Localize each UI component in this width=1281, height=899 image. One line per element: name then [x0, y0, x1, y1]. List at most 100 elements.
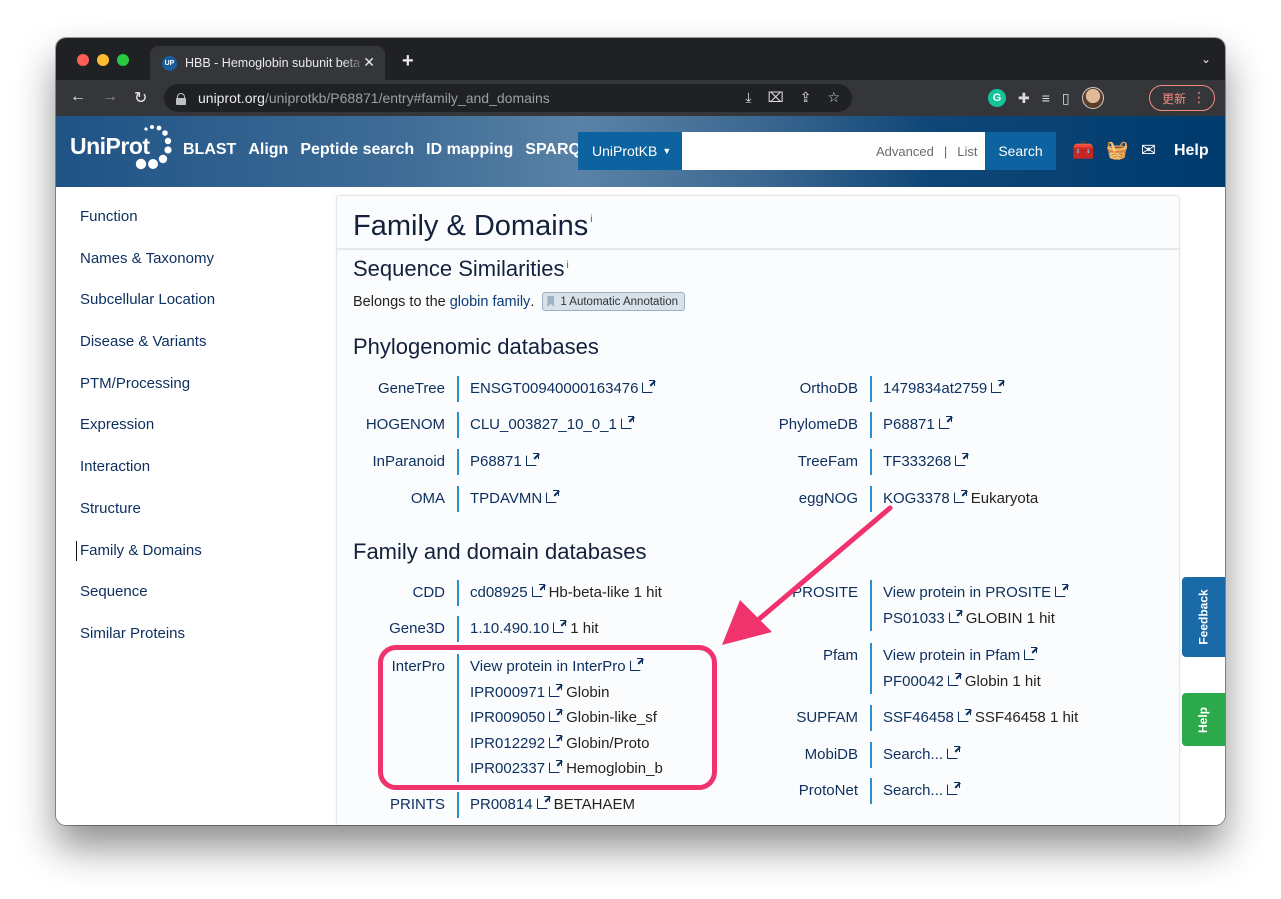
db-entry-link[interactable]: IPR002337 — [470, 760, 545, 777]
external-link-icon[interactable] — [549, 683, 563, 697]
db-entry-link[interactable]: PF00042 — [883, 673, 944, 690]
nav-blast[interactable]: BLAST — [183, 141, 236, 159]
basket-icon[interactable]: 🧺 — [1106, 140, 1128, 161]
close-window-button[interactable] — [77, 54, 89, 66]
external-link-icon[interactable] — [1055, 584, 1069, 597]
db-entry-link[interactable]: 1479834at2759 — [883, 380, 987, 397]
external-link-icon[interactable] — [953, 490, 967, 503]
search-button[interactable]: Search — [985, 132, 1056, 170]
external-link-icon[interactable] — [948, 609, 962, 623]
external-link-icon[interactable] — [938, 416, 952, 429]
back-button[interactable]: ← — [70, 88, 86, 106]
db-entry-link[interactable]: PS01033 — [883, 610, 945, 627]
db-label: InterPro — [391, 658, 445, 675]
feedback-tab[interactable]: Feedback — [1182, 577, 1225, 657]
sidebar-item-function[interactable]: Function — [80, 207, 215, 249]
db-entry-link[interactable]: P68871 — [470, 453, 522, 470]
external-link-icon[interactable] — [546, 490, 560, 503]
external-link-icon[interactable] — [642, 380, 656, 393]
db-entry-link[interactable]: P68871 — [883, 416, 935, 433]
db-entry-link[interactable]: IPR012292 — [470, 735, 545, 752]
advanced-search-link[interactable]: Advanced — [876, 144, 934, 159]
external-link-icon[interactable] — [549, 709, 563, 722]
nav-align[interactable]: Align — [248, 141, 288, 159]
new-tab-button[interactable]: + — [402, 50, 414, 73]
bookmark-star-icon[interactable]: ☆ — [827, 89, 840, 106]
sidebar-item-subcellular-location[interactable]: Subcellular Location — [80, 290, 215, 332]
external-link-icon[interactable] — [947, 672, 961, 686]
forward-button[interactable]: → — [102, 88, 118, 106]
grammarly-extension-icon[interactable]: G — [988, 89, 1006, 107]
db-entry-link[interactable]: View protein in Pfam — [883, 647, 1020, 664]
tab-search-chevron-icon[interactable]: ⌄ — [1201, 52, 1211, 66]
side-panel-icon[interactable]: ▯ — [1062, 90, 1070, 107]
external-link-icon[interactable] — [553, 620, 567, 633]
db-entry-link[interactable]: View protein in PROSITE — [883, 584, 1051, 601]
db-entry-link[interactable]: 1.10.490.10 — [470, 620, 549, 637]
sidebar-item-structure[interactable]: Structure — [80, 499, 215, 541]
profile-avatar[interactable] — [1081, 87, 1104, 109]
nav-peptide-search[interactable]: Peptide search — [300, 141, 414, 159]
db-entry-link[interactable]: Search... — [883, 746, 943, 763]
more-menu-icon[interactable]: ⋮ — [1192, 89, 1206, 106]
sidebar-item-expression[interactable]: Expression — [80, 415, 215, 457]
db-entry-link[interactable]: TPDAVMN — [470, 490, 542, 507]
globin-family-link[interactable]: globin family — [450, 294, 531, 310]
translate-icon[interactable]: ⌧ — [768, 89, 784, 106]
external-link-icon[interactable] — [957, 709, 971, 722]
db-entry-link[interactable]: cd08925 — [470, 584, 528, 601]
sidebar-item-similar-proteins[interactable]: Similar Proteins — [80, 624, 215, 666]
minimize-window-button[interactable] — [97, 54, 109, 66]
external-link-icon[interactable] — [549, 760, 563, 773]
external-link-icon[interactable] — [955, 453, 969, 466]
db-label: PRINTS — [389, 796, 445, 813]
sidebar-item-family-domains[interactable]: Family & Domains — [76, 540, 215, 561]
external-link-icon[interactable] — [947, 782, 961, 795]
external-link-icon[interactable] — [549, 734, 563, 748]
close-tab-icon[interactable]: ✕ — [363, 54, 375, 71]
install-app-icon[interactable]: ⤓ — [745, 89, 751, 106]
list-search-link[interactable]: List — [957, 144, 977, 159]
db-entry-link[interactable]: PR00814 — [470, 796, 533, 813]
db-entry-link[interactable]: SSF46458 — [883, 709, 954, 726]
external-link-icon[interactable] — [1024, 647, 1038, 660]
reload-button[interactable]: ↻ — [134, 88, 147, 108]
help-tab[interactable]: Help — [1182, 693, 1225, 746]
maximize-window-button[interactable] — [117, 54, 129, 66]
external-link-icon[interactable] — [991, 380, 1005, 393]
address-bar[interactable]: uniprot.org/uniprotkb/P68871/entry#famil… — [164, 84, 852, 112]
external-link-icon[interactable] — [536, 796, 550, 809]
db-entry-link[interactable]: Search... — [883, 782, 943, 799]
browser-tab[interactable]: UP HBB - Hemoglobin subunit beta ✕ — [150, 46, 385, 80]
sidebar-item-sequence[interactable]: Sequence — [80, 582, 215, 624]
external-link-icon[interactable] — [947, 746, 961, 759]
info-icon[interactable]: i — [590, 214, 592, 225]
db-entry-link[interactable]: ENSGT00940000163476 — [470, 380, 638, 397]
sidebar-item-names-taxonomy[interactable]: Names & Taxonomy — [80, 249, 215, 291]
db-entry-link[interactable]: KOG3378 — [883, 490, 950, 507]
extensions-puzzle-icon[interactable]: ✚ — [1018, 90, 1030, 107]
toolbox-icon[interactable]: 🧰 — [1072, 140, 1094, 161]
mail-icon[interactable]: ✉ — [1141, 140, 1156, 161]
db-entry-link[interactable]: IPR009050 — [470, 709, 545, 726]
external-link-icon[interactable] — [531, 584, 545, 597]
nav-id-mapping[interactable]: ID mapping — [426, 141, 513, 159]
db-entry-link[interactable]: CLU_003827_10_0_1 — [470, 416, 617, 433]
update-button[interactable]: 更新 ⋮ — [1149, 85, 1215, 111]
db-entry-link[interactable]: IPR000971 — [470, 684, 545, 701]
database-select[interactable]: UniProtKB ▼ — [578, 132, 682, 170]
share-icon[interactable]: ⇪ — [800, 89, 812, 106]
info-icon[interactable]: i — [567, 260, 569, 271]
help-link[interactable]: Help — [1174, 142, 1209, 160]
external-link-icon[interactable] — [620, 416, 634, 429]
db-entry-link[interactable]: View protein in InterPro — [470, 658, 626, 675]
db-values: TPDAVMN — [457, 486, 560, 512]
external-link-icon[interactable] — [629, 658, 643, 671]
automatic-annotation-badge[interactable]: 1 Automatic Annotation — [542, 292, 685, 311]
db-entry-link[interactable]: TF333268 — [883, 453, 951, 470]
sidebar-item-ptm-processing[interactable]: PTM/Processing — [80, 374, 215, 416]
sidebar-item-interaction[interactable]: Interaction — [80, 457, 215, 499]
external-link-icon[interactable] — [525, 453, 539, 466]
sidebar-item-disease-variants[interactable]: Disease & Variants — [80, 332, 215, 374]
media-control-icon[interactable]: ≡ — [1042, 90, 1050, 106]
